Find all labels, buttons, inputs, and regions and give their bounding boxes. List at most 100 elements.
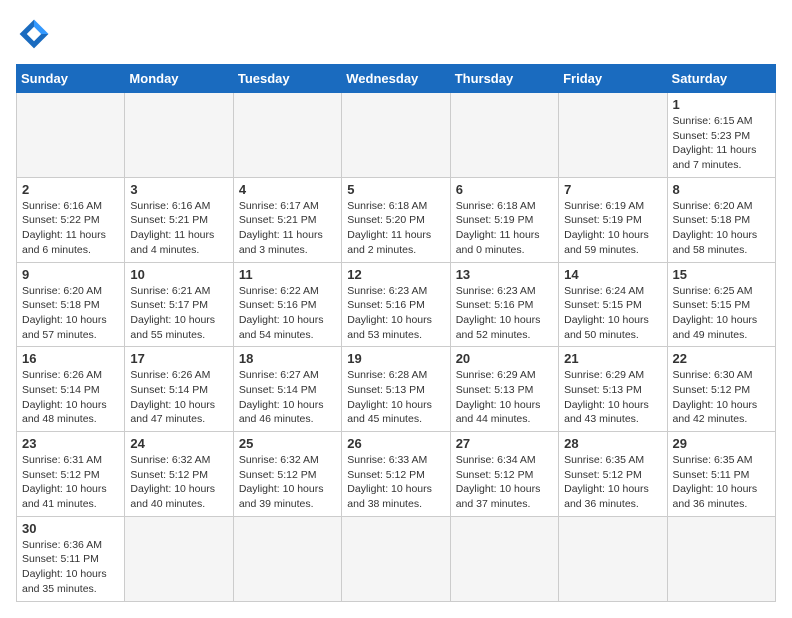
- day-info: Sunrise: 6:33 AM Sunset: 5:12 PM Dayligh…: [347, 453, 444, 512]
- calendar-cell: 17Sunrise: 6:26 AM Sunset: 5:14 PM Dayli…: [125, 347, 233, 432]
- day-info: Sunrise: 6:30 AM Sunset: 5:12 PM Dayligh…: [673, 368, 770, 427]
- day-number: 27: [456, 436, 553, 451]
- calendar-cell: [342, 516, 450, 601]
- day-number: 16: [22, 351, 119, 366]
- calendar-cell: 24 Sunrise: 6:32 AM Sunset: 5:12 PM Dayli…: [125, 432, 233, 517]
- calendar-table: SundayMondayTuesdayWednesdayThursdayFrid…: [16, 64, 776, 602]
- calendar-cell: 23Sunrise: 6:31 AM Sunset: 5:12 PM Dayli…: [17, 432, 125, 517]
- logo-icon: [16, 16, 52, 52]
- calendar-header: SundayMondayTuesdayWednesdayThursdayFrid…: [17, 65, 776, 93]
- day-info: Sunrise: 6:16 AM Sunset: 5:21 PM Dayligh…: [130, 199, 227, 258]
- calendar-week-row: 9Sunrise: 6:20 AM Sunset: 5:18 PM Daylig…: [17, 262, 776, 347]
- weekday-header: Thursday: [450, 65, 558, 93]
- day-number: 29: [673, 436, 770, 451]
- day-info: Sunrise: 6:21 AM Sunset: 5:17 PM Dayligh…: [130, 284, 227, 343]
- weekday-header: Tuesday: [233, 65, 341, 93]
- day-info: Sunrise: 6:36 AM Sunset: 5:11 PM Dayligh…: [22, 538, 119, 597]
- day-number: 20: [456, 351, 553, 366]
- calendar-cell: [233, 93, 341, 178]
- day-number: 18: [239, 351, 336, 366]
- calendar-week-row: 16 Sunrise: 6:26 AM Sunset: 5:14 PM Dayli…: [17, 347, 776, 432]
- day-info: Sunrise: 6:25 AM Sunset: 5:15 PM Dayligh…: [673, 284, 770, 343]
- day-number: 7: [564, 182, 661, 197]
- day-info: Sunrise: 6:27 AM Sunset: 5:14 PM Dayligh…: [239, 368, 336, 427]
- day-number: 2: [22, 182, 119, 197]
- calendar-cell: 27Sunrise: 6:34 AM Sunset: 5:12 PM Dayli…: [450, 432, 558, 517]
- calendar-cell: 11 Sunrise: 6:22 AM Sunset: 5:16 PM Dayli…: [233, 262, 341, 347]
- calendar-cell: 29Sunrise: 6:35 AM Sunset: 5:11 PM Dayli…: [667, 432, 775, 517]
- calendar-week-row: 2 Sunrise: 6:16 AM Sunset: 5:22 PM Daylig…: [17, 177, 776, 262]
- calendar-cell: [342, 93, 450, 178]
- day-number: 12: [347, 267, 444, 282]
- calendar-week-row: 30 Sunrise: 6:36 AM Sunset: 5:11 PM Dayli…: [17, 516, 776, 601]
- day-number: 30: [22, 521, 119, 536]
- day-number: 24: [130, 436, 227, 451]
- day-number: 8: [673, 182, 770, 197]
- calendar-cell: 2 Sunrise: 6:16 AM Sunset: 5:22 PM Daylig…: [17, 177, 125, 262]
- page-header: [16, 16, 776, 52]
- calendar-week-row: 1Sunrise: 6:15 AM Sunset: 5:23 PM Daylig…: [17, 93, 776, 178]
- day-info: Sunrise: 6:29 AM Sunset: 5:13 PM Dayligh…: [564, 368, 661, 427]
- day-info: Sunrise: 6:22 AM Sunset: 5:16 PM Dayligh…: [239, 284, 336, 343]
- day-info: Sunrise: 6:16 AM Sunset: 5:22 PM Dayligh…: [22, 199, 119, 258]
- logo: [16, 16, 56, 52]
- calendar-cell: 13Sunrise: 6:23 AM Sunset: 5:16 PM Dayli…: [450, 262, 558, 347]
- day-info: Sunrise: 6:26 AM Sunset: 5:14 PM Dayligh…: [22, 368, 119, 427]
- day-number: 15: [673, 267, 770, 282]
- weekday-header: Monday: [125, 65, 233, 93]
- day-info: Sunrise: 6:35 AM Sunset: 5:12 PM Dayligh…: [564, 453, 661, 512]
- calendar-cell: 19 Sunrise: 6:28 AM Sunset: 5:13 PM Dayli…: [342, 347, 450, 432]
- calendar-cell: 28 Sunrise: 6:35 AM Sunset: 5:12 PM Dayli…: [559, 432, 667, 517]
- calendar-cell: [233, 516, 341, 601]
- day-number: 6: [456, 182, 553, 197]
- day-number: 26: [347, 436, 444, 451]
- day-info: Sunrise: 6:28 AM Sunset: 5:13 PM Dayligh…: [347, 368, 444, 427]
- day-info: Sunrise: 6:18 AM Sunset: 5:20 PM Dayligh…: [347, 199, 444, 258]
- weekday-header: Sunday: [17, 65, 125, 93]
- calendar-cell: 9Sunrise: 6:20 AM Sunset: 5:18 PM Daylig…: [17, 262, 125, 347]
- day-info: Sunrise: 6:23 AM Sunset: 5:16 PM Dayligh…: [347, 284, 444, 343]
- day-number: 9: [22, 267, 119, 282]
- day-info: Sunrise: 6:15 AM Sunset: 5:23 PM Dayligh…: [673, 114, 770, 173]
- day-number: 25: [239, 436, 336, 451]
- calendar-cell: 18 Sunrise: 6:27 AM Sunset: 5:14 PM Dayli…: [233, 347, 341, 432]
- day-info: Sunrise: 6:24 AM Sunset: 5:15 PM Dayligh…: [564, 284, 661, 343]
- calendar-cell: 30 Sunrise: 6:36 AM Sunset: 5:11 PM Dayli…: [17, 516, 125, 601]
- calendar-cell: 12 Sunrise: 6:23 AM Sunset: 5:16 PM Dayli…: [342, 262, 450, 347]
- day-number: 5: [347, 182, 444, 197]
- calendar-cell: [17, 93, 125, 178]
- day-number: 17: [130, 351, 227, 366]
- calendar-cell: 3 Sunrise: 6:16 AM Sunset: 5:21 PM Daylig…: [125, 177, 233, 262]
- weekday-header-row: SundayMondayTuesdayWednesdayThursdayFrid…: [17, 65, 776, 93]
- day-info: Sunrise: 6:18 AM Sunset: 5:19 PM Dayligh…: [456, 199, 553, 258]
- day-number: 3: [130, 182, 227, 197]
- day-info: Sunrise: 6:32 AM Sunset: 5:12 PM Dayligh…: [239, 453, 336, 512]
- day-number: 14: [564, 267, 661, 282]
- day-number: 11: [239, 267, 336, 282]
- day-info: Sunrise: 6:32 AM Sunset: 5:12 PM Dayligh…: [130, 453, 227, 512]
- day-info: Sunrise: 6:17 AM Sunset: 5:21 PM Dayligh…: [239, 199, 336, 258]
- calendar-cell: 15 Sunrise: 6:25 AM Sunset: 5:15 PM Dayli…: [667, 262, 775, 347]
- calendar-cell: [559, 516, 667, 601]
- calendar-cell: 7 Sunrise: 6:19 AM Sunset: 5:19 PM Daylig…: [559, 177, 667, 262]
- weekday-header: Friday: [559, 65, 667, 93]
- calendar-week-row: 23Sunrise: 6:31 AM Sunset: 5:12 PM Dayli…: [17, 432, 776, 517]
- day-info: Sunrise: 6:20 AM Sunset: 5:18 PM Dayligh…: [673, 199, 770, 258]
- day-number: 22: [673, 351, 770, 366]
- calendar-cell: 1Sunrise: 6:15 AM Sunset: 5:23 PM Daylig…: [667, 93, 775, 178]
- weekday-header: Saturday: [667, 65, 775, 93]
- calendar-cell: [559, 93, 667, 178]
- day-number: 4: [239, 182, 336, 197]
- calendar-cell: [450, 516, 558, 601]
- calendar-cell: 21 Sunrise: 6:29 AM Sunset: 5:13 PM Dayli…: [559, 347, 667, 432]
- day-number: 19: [347, 351, 444, 366]
- calendar-cell: [450, 93, 558, 178]
- day-info: Sunrise: 6:19 AM Sunset: 5:19 PM Dayligh…: [564, 199, 661, 258]
- calendar-cell: 8 Sunrise: 6:20 AM Sunset: 5:18 PM Daylig…: [667, 177, 775, 262]
- day-number: 21: [564, 351, 661, 366]
- calendar-cell: 14 Sunrise: 6:24 AM Sunset: 5:15 PM Dayli…: [559, 262, 667, 347]
- calendar-body: 1Sunrise: 6:15 AM Sunset: 5:23 PM Daylig…: [17, 93, 776, 602]
- calendar-cell: 20Sunrise: 6:29 AM Sunset: 5:13 PM Dayli…: [450, 347, 558, 432]
- day-number: 28: [564, 436, 661, 451]
- day-number: 10: [130, 267, 227, 282]
